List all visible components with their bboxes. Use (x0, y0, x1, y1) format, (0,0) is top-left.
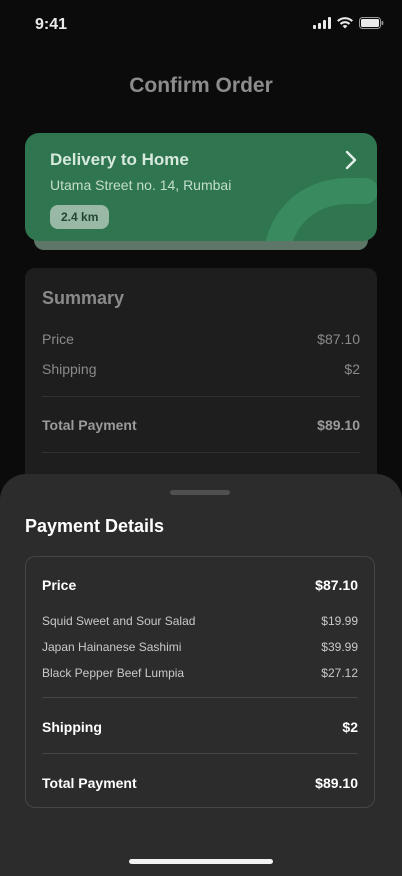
item-name: Squid Sweet and Sour Salad (42, 614, 196, 628)
summary-total-row: Total Payment $89.10 (42, 417, 360, 433)
details-divider (42, 697, 358, 698)
status-time: 9:41 (35, 16, 68, 33)
sheet-drag-handle[interactable] (170, 490, 230, 495)
delivery-address: Utama Street no. 14, Rumbai (50, 177, 232, 193)
status-bar: 9:41 (0, 0, 402, 50)
payment-details-sheet: Payment Details Price $87.10 Squid Sweet… (0, 474, 402, 876)
battery-icon (359, 17, 384, 29)
summary-total-value: $89.10 (317, 417, 360, 433)
page-title: Confirm Order (129, 74, 273, 97)
decorative-arc-icon (265, 178, 377, 241)
summary-shipping-label: Shipping (42, 361, 97, 377)
summary-total-label: Total Payment (42, 417, 137, 433)
list-item: Japan Hainanese Sashimi $39.99 (42, 640, 358, 654)
cellular-signal-icon (313, 17, 331, 29)
item-price: $27.12 (321, 666, 358, 680)
payment-details-card: Price $87.10 Squid Sweet and Sour Salad … (25, 556, 375, 808)
summary-price-value: $87.10 (317, 331, 360, 347)
details-divider (42, 753, 358, 754)
home-indicator[interactable] (129, 859, 273, 864)
summary-shipping-row: Shipping $2 (42, 361, 360, 377)
details-shipping-value: $2 (342, 719, 358, 735)
payment-details-title: Payment Details (25, 516, 165, 536)
distance-badge: 2.4 km (50, 205, 110, 229)
details-total-row: Total Payment $89.10 (42, 775, 358, 791)
summary-title: Summary (42, 288, 125, 308)
status-icons (313, 17, 384, 29)
delivery-address-card[interactable]: Delivery to Home Utama Street no. 14, Ru… (25, 133, 377, 241)
details-price-label: Price (42, 577, 77, 593)
summary-shipping-value: $2 (344, 361, 360, 377)
item-price: $19.99 (321, 614, 358, 628)
chevron-right-icon[interactable] (345, 150, 357, 170)
wifi-icon (337, 17, 353, 29)
details-price-row: Price $87.10 (42, 577, 358, 593)
details-shipping-label: Shipping (42, 719, 102, 735)
item-name: Black Pepper Beef Lumpia (42, 666, 185, 680)
summary-divider (42, 452, 360, 453)
item-price: $39.99 (321, 640, 358, 654)
details-shipping-row: Shipping $2 (42, 719, 358, 735)
item-name: Japan Hainanese Sashimi (42, 640, 182, 654)
summary-price-label: Price (42, 331, 74, 347)
delivery-title: Delivery to Home (50, 150, 189, 169)
details-total-label: Total Payment (42, 775, 137, 791)
summary-price-row: Price $87.10 (42, 331, 360, 347)
list-item: Black Pepper Beef Lumpia $27.12 (42, 666, 358, 680)
list-item: Squid Sweet and Sour Salad $19.99 (42, 614, 358, 628)
details-total-value: $89.10 (315, 775, 358, 791)
details-price-value: $87.10 (315, 577, 358, 593)
summary-divider (42, 396, 360, 397)
